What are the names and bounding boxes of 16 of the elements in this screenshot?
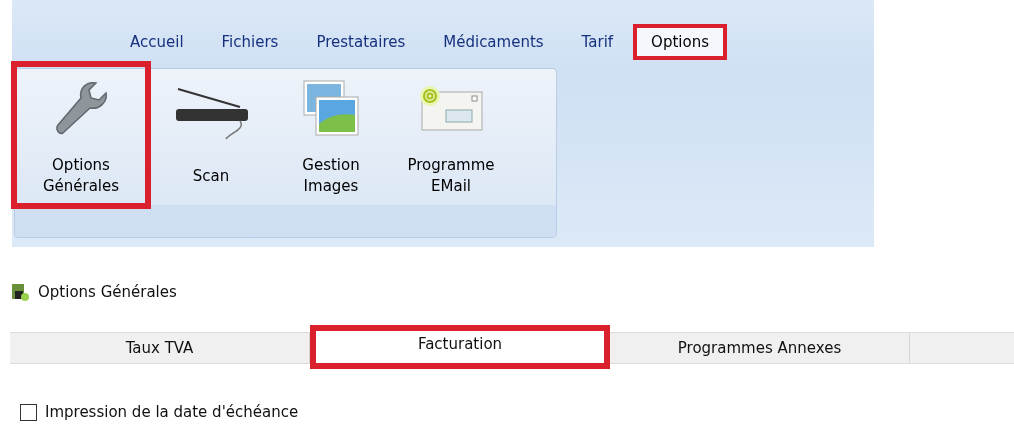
checkbox[interactable]	[20, 403, 37, 421]
ribbon-tab[interactable]: Tarif	[563, 24, 632, 60]
ribbon-tab[interactable]: Médicaments	[425, 24, 562, 60]
dialog-title: Options Générales	[38, 283, 177, 301]
ribbon-tab[interactable]: Prestataires	[298, 24, 424, 60]
checkbox-label[interactable]: Impression de la date d'échéance	[45, 403, 299, 421]
dialog-tab[interactable]: Facturation	[310, 325, 610, 369]
ribbon-button[interactable]: Scan	[151, 61, 271, 209]
ribbon-tab[interactable]: Options	[633, 24, 727, 60]
ribbon-button[interactable]: Programme EMail	[391, 61, 511, 209]
ribbon-tab[interactable]: Fichiers	[203, 24, 297, 60]
ribbon-button[interactable]: Gestion Images	[271, 61, 391, 209]
ribbon-button[interactable]: Options Générales	[11, 61, 151, 209]
ribbon-tab[interactable]: Accueil	[112, 24, 202, 60]
app-icon	[10, 282, 30, 302]
dialog-tab[interactable]: Programmes Annexes	[610, 333, 910, 363]
